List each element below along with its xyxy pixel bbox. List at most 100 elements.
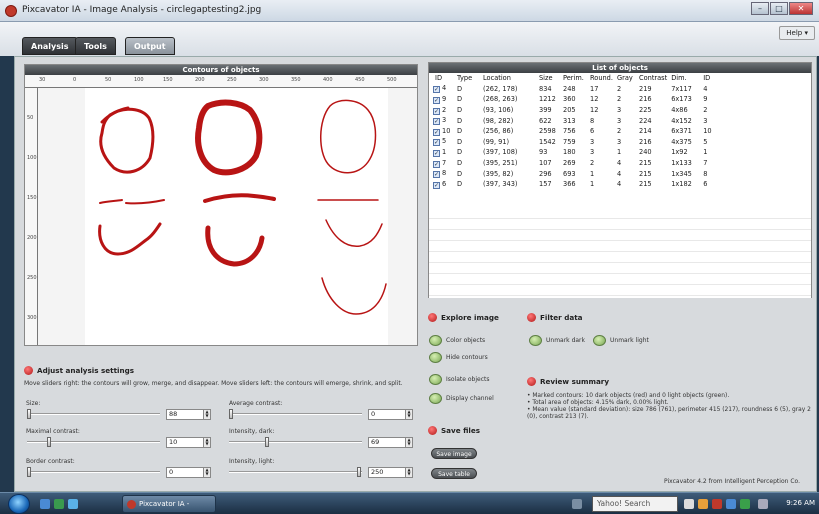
spin-arrows-icon[interactable]: ▲ ▼ [405,468,412,477]
table-cell: 2598 [539,127,556,136]
table-row[interactable]: ✓ 2 D (93, 106) 399 205 12 3 225 4x86 2 [429,105,811,116]
table-cell: 4 [703,84,708,93]
tab-tools[interactable]: Tools [75,37,116,55]
avg-contrast-spinbox[interactable]: 0 ▲ ▼ [368,409,413,420]
intensity-light-slider[interactable] [229,467,362,477]
checkbox-icon[interactable]: ✓ [433,118,440,126]
settings-hint: Move sliders right: the contours will gr… [24,380,403,387]
filter-option[interactable]: Unmark light [593,335,649,346]
col-header[interactable]: ID [429,73,455,84]
table-cell: 296 [539,169,552,178]
green-button-icon[interactable] [593,335,606,346]
intensity-dark-slider[interactable] [229,437,362,447]
size-label: Size: [26,400,41,407]
col-header[interactable]: ID [701,73,811,84]
size-slider[interactable] [27,409,160,419]
col-header[interactable]: Contrast [637,73,669,84]
table-row[interactable]: ✓ 4 D (262, 178) 834 248 17 2 219 7x117 4 [429,84,811,95]
checkbox-icon[interactable]: ✓ [433,149,440,157]
intensity-light-label: Intensity, light: [229,458,275,465]
objects-table: ID Type Location Size Perim. Round. Gray… [429,73,811,190]
tray-icon[interactable] [740,499,750,509]
intensity-dark-label: Intensity, dark: [229,428,275,435]
filter-option[interactable]: Unmark dark [529,335,585,346]
size-spinbox[interactable]: 88 ▲ ▼ [166,409,211,420]
checkbox-icon[interactable]: ✓ [433,107,440,115]
green-button-icon[interactable] [429,352,442,363]
contour-object [100,106,130,124]
max-contrast-spinbox[interactable]: 10 ▲ ▼ [166,437,211,448]
pixcavator-icon [24,366,33,375]
save-table-button[interactable]: Save table [431,468,477,479]
checkbox-icon[interactable]: ✓ [433,128,440,136]
col-header[interactable]: Round. [588,73,615,84]
table-row[interactable]: ✓ 9 D (268, 263) 1212 360 12 2 216 6x173 9 [429,94,811,105]
contour-object [205,225,265,267]
green-button-icon[interactable] [429,374,442,385]
table-row[interactable]: ✓ 3 D (98, 282) 622 313 8 3 224 4x152 3 [429,115,811,126]
green-button-icon[interactable] [429,393,442,404]
clock[interactable]: 9:26 AM [786,499,815,507]
green-button-icon[interactable] [429,335,442,346]
checkbox-icon[interactable]: ✓ [433,139,440,147]
tray-icon[interactable] [726,499,736,509]
minimize-button[interactable]: – [751,2,769,15]
col-header[interactable]: Perim. [561,73,588,84]
table-cell: 214 [639,127,652,136]
green-button-icon[interactable] [529,335,542,346]
toolbar-icon[interactable] [572,499,582,509]
table-cell: 2 [703,106,708,115]
tab-output[interactable]: Output [125,37,175,55]
version-footer: Pixcavator 4.2 from Intelligent Percepti… [664,478,800,485]
explore-option[interactable]: Display channel [429,393,494,404]
max-contrast-slider[interactable] [27,437,160,447]
col-header[interactable]: Size [537,73,561,84]
spin-arrows-icon[interactable]: ▲ ▼ [405,410,412,419]
col-header[interactable]: Location [481,73,537,84]
volume-icon[interactable] [758,499,768,509]
spin-arrows-icon[interactable]: ▲ ▼ [203,468,210,477]
spin-arrows-icon[interactable]: ▲ ▼ [203,410,210,419]
contour-object [99,107,155,174]
show-desktop-icon[interactable] [40,499,50,509]
help-button[interactable]: Help ▾ [779,26,815,40]
spin-arrows-icon[interactable]: ▲ ▼ [203,438,210,447]
yahoo-search-box[interactable]: Yahoo! Search [592,496,678,512]
intensity-light-spinbox[interactable]: 250 ▲ ▼ [368,467,413,478]
explore-option[interactable]: Color objects [429,335,485,346]
intensity-dark-spinbox[interactable]: 69 ▲ ▼ [368,437,413,448]
search-icon[interactable] [684,499,694,509]
spin-arrows-icon[interactable]: ▲ ▼ [405,438,412,447]
image-canvas[interactable] [38,88,417,345]
col-header[interactable]: Gray [615,73,637,84]
tray-icon[interactable] [698,499,708,509]
taskbar-app-button[interactable]: Pixcavator IA - Imag... [122,495,216,513]
checkbox-icon[interactable]: ✓ [433,171,440,179]
avg-contrast-slider[interactable] [229,409,362,419]
tab-analysis[interactable]: Analysis [22,37,78,55]
table-row[interactable]: ✓ 6 D (397, 343) 157 366 1 4 215 1x182 6 [429,179,811,190]
col-header[interactable]: Dim. [669,73,701,84]
save-image-button[interactable]: Save image [431,448,477,459]
tab-bar: Analysis Tools Output Help ▾ [0,22,819,56]
checkbox-icon[interactable]: ✓ [433,160,440,168]
table-row[interactable]: ✓ 7 D (395, 251) 107 269 2 4 215 1x133 7 [429,158,811,169]
checkbox-icon[interactable]: ✓ [433,96,440,104]
table-row[interactable]: ✓ 8 D (395, 82) 296 693 1 4 215 1x345 8 [429,168,811,179]
explorer-icon[interactable] [54,499,64,509]
explore-option[interactable]: Hide contours [429,352,488,363]
checkbox-icon[interactable]: ✓ [433,86,440,94]
table-row[interactable]: ✓ 5 D (99, 91) 1542 759 3 3 216 4x375 5 [429,137,811,148]
tray-icon[interactable] [712,499,722,509]
checkbox-icon[interactable]: ✓ [433,181,440,189]
maximize-button[interactable]: □ [770,2,788,15]
border-contrast-slider[interactable] [27,467,160,477]
start-button[interactable] [8,494,30,514]
browser-icon[interactable] [68,499,78,509]
col-header[interactable]: Type [455,73,481,84]
explore-option[interactable]: Isolate objects [429,374,489,385]
table-row[interactable]: ✓ 10 D (256, 86) 2598 756 6 2 214 6x371 10 [429,126,811,137]
close-button[interactable]: ✕ [789,2,813,15]
table-row[interactable]: ✓ 1 D (397, 108) 93 180 3 1 240 1x92 1 [429,147,811,158]
border-contrast-spinbox[interactable]: 0 ▲ ▼ [166,467,211,478]
